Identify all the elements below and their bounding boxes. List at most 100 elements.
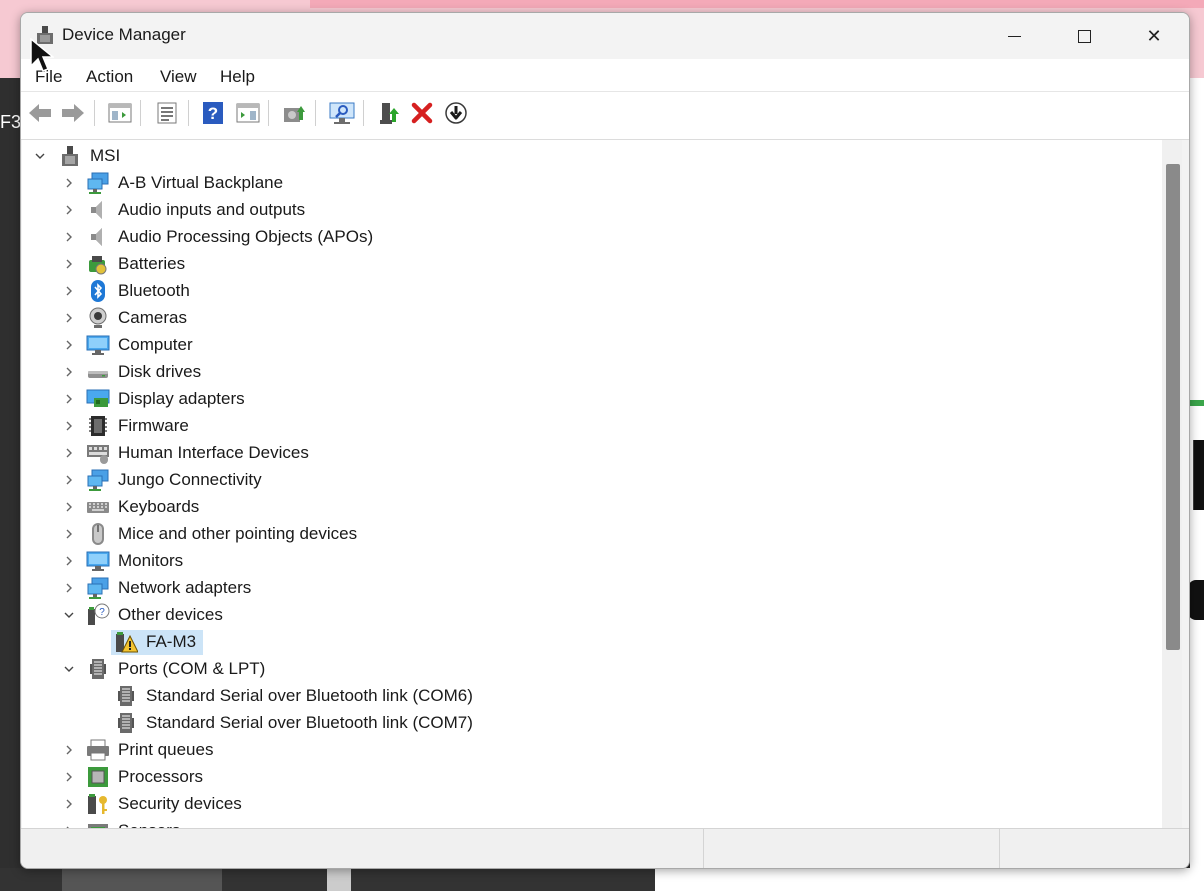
- monitor-icon: [86, 335, 110, 355]
- chevron-right-icon[interactable]: [62, 743, 76, 757]
- help-button[interactable]: ?: [198, 98, 228, 128]
- tree-item-human-interface-devices[interactable]: Human Interface Devices: [22, 440, 1162, 467]
- forward-button[interactable]: [58, 98, 88, 128]
- minimize-button[interactable]: [979, 13, 1049, 59]
- tree-item-label: Audio inputs and outputs: [118, 200, 306, 219]
- show-action-pane-icon: [236, 103, 260, 123]
- back-arrow-icon: [29, 104, 51, 122]
- tree-item-fa-m3[interactable]: FA-M3: [22, 629, 1162, 656]
- chevron-right-icon[interactable]: [62, 392, 76, 406]
- chevron-down-icon[interactable]: [33, 149, 47, 163]
- tree-item-computer[interactable]: Computer: [22, 332, 1162, 359]
- tree-item-label: Processors: [118, 767, 204, 786]
- background-window-left: [0, 78, 22, 891]
- tree-item-batteries[interactable]: Batteries: [22, 251, 1162, 278]
- tree-item-label: Bluetooth: [118, 281, 190, 300]
- speaker-icon: [91, 201, 102, 219]
- background-decoration: [1188, 580, 1204, 620]
- tree-item-label: Audio Processing Objects (APOs): [118, 227, 374, 246]
- chevron-right-icon[interactable]: [62, 446, 76, 460]
- chevron-right-icon[interactable]: [62, 419, 76, 433]
- menu-view[interactable]: View: [160, 67, 197, 87]
- tree-item-print-queues[interactable]: Print queues: [22, 737, 1162, 764]
- device-tree[interactable]: MSI A-B Virtual Backplane Audio inputs and…: [22, 140, 1162, 828]
- tree-item-processors[interactable]: Processors: [22, 764, 1162, 791]
- chevron-right-icon[interactable]: [62, 797, 76, 811]
- svg-text:?: ?: [99, 607, 105, 618]
- scrollbar-thumb[interactable]: [1166, 164, 1180, 650]
- chevron-right-icon[interactable]: [62, 338, 76, 352]
- speaker-icon: [91, 228, 102, 246]
- tree-item-label: FA-M3: [146, 632, 197, 651]
- update-driver-button[interactable]: [279, 98, 309, 128]
- security-icon: [88, 794, 107, 814]
- tree-item-other-devices[interactable]: ? Other devices: [22, 602, 1162, 629]
- scan-hardware-changes-button[interactable]: [327, 98, 357, 128]
- chevron-right-icon[interactable]: [62, 554, 76, 568]
- tree-item-a-b-virtual-backplane[interactable]: A-B Virtual Backplane: [22, 170, 1162, 197]
- show-hide-console-tree-button[interactable]: [105, 98, 135, 128]
- tree-item-display-adapters[interactable]: Display adapters: [22, 386, 1162, 413]
- vertical-scrollbar[interactable]: [1162, 140, 1182, 828]
- background-document-thumbnail: [62, 868, 222, 891]
- chevron-right-icon[interactable]: [62, 365, 76, 379]
- tree-item-label: Firmware: [118, 416, 189, 435]
- keyboard-icon: [87, 502, 109, 513]
- monitor-icon: [86, 551, 110, 571]
- disable-device-button[interactable]: [441, 98, 471, 128]
- chevron-down-icon[interactable]: [62, 662, 76, 676]
- network-icon: [87, 577, 109, 599]
- chevron-right-icon[interactable]: [62, 203, 76, 217]
- chevron-right-icon[interactable]: [62, 473, 76, 487]
- tree-item-monitors[interactable]: Monitors: [22, 548, 1162, 575]
- tree-item-audio-inputs-and-outputs[interactable]: Audio inputs and outputs: [22, 197, 1162, 224]
- mouse-icon: [92, 523, 104, 545]
- tree-item-standard-serial-over-bluetooth-link-com6[interactable]: Standard Serial over Bluetooth link (COM…: [22, 683, 1162, 710]
- tree-item-label: Computer: [118, 335, 193, 354]
- status-bar-segment: [999, 829, 1189, 868]
- tree-item-mice-and-other-pointing-devices[interactable]: Mice and other pointing devices: [22, 521, 1162, 548]
- tree-item-bluetooth[interactable]: Bluetooth: [22, 278, 1162, 305]
- chevron-right-icon[interactable]: [62, 527, 76, 541]
- svg-text:?: ?: [208, 104, 218, 123]
- chevron-right-icon[interactable]: [62, 284, 76, 298]
- tree-item-sensors[interactable]: Sensors: [22, 818, 1162, 828]
- tree-item-label: Jungo Connectivity: [118, 470, 262, 489]
- chevron-right-icon[interactable]: [62, 500, 76, 514]
- chevron-right-icon[interactable]: [62, 770, 76, 784]
- tree-item-label: Network adapters: [118, 578, 252, 597]
- back-button[interactable]: [25, 98, 55, 128]
- menu-help[interactable]: Help: [220, 67, 255, 87]
- menu-action[interactable]: Action: [86, 67, 133, 87]
- window-title: Device Manager: [62, 25, 186, 44]
- chevron-right-icon[interactable]: [62, 311, 76, 325]
- enable-device-button[interactable]: [374, 98, 404, 128]
- hid-icon: [87, 445, 109, 464]
- tree-item-cameras[interactable]: Cameras: [22, 305, 1162, 332]
- chevron-right-icon[interactable]: [62, 230, 76, 244]
- chevron-right-icon[interactable]: [62, 176, 76, 190]
- title-bar[interactable]: Device Manager ✕: [21, 13, 1189, 59]
- uninstall-device-button[interactable]: [407, 98, 437, 128]
- tree-item-ports-com-lpt[interactable]: Ports (COM & LPT): [22, 656, 1162, 683]
- tree-item-label: Print queues: [118, 740, 214, 759]
- tree-item-label: Sensors: [118, 821, 180, 828]
- chevron-right-icon[interactable]: [62, 257, 76, 271]
- properties-button[interactable]: [152, 98, 182, 128]
- tree-item-firmware[interactable]: Firmware: [22, 413, 1162, 440]
- tree-root-msi[interactable]: MSI: [22, 143, 1162, 170]
- tree-item-label: MSI: [90, 146, 121, 165]
- tree-item-jungo-connectivity[interactable]: Jungo Connectivity: [22, 467, 1162, 494]
- chevron-right-icon[interactable]: [62, 581, 76, 595]
- tree-item-standard-serial-over-bluetooth-link-com7[interactable]: Standard Serial over Bluetooth link (COM…: [22, 710, 1162, 737]
- tree-item-disk-drives[interactable]: Disk drives: [22, 359, 1162, 386]
- tree-item-audio-processing-objects-apos[interactable]: Audio Processing Objects (APOs): [22, 224, 1162, 251]
- tree-item-network-adapters[interactable]: Network adapters: [22, 575, 1162, 602]
- maximize-button[interactable]: [1049, 13, 1119, 59]
- tree-item-label: Batteries: [118, 254, 186, 273]
- tree-item-keyboards[interactable]: Keyboards: [22, 494, 1162, 521]
- close-button[interactable]: ✕: [1119, 13, 1189, 59]
- show-action-pane-button[interactable]: [233, 98, 263, 128]
- tree-item-security-devices[interactable]: Security devices: [22, 791, 1162, 818]
- chevron-down-icon[interactable]: [62, 608, 76, 622]
